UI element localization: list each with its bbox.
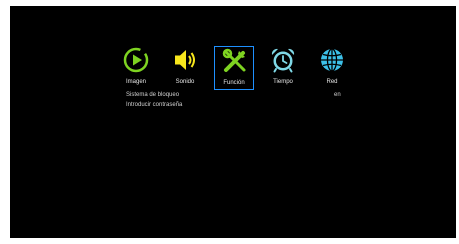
menu-label-imagen: Imagen bbox=[125, 79, 146, 85]
menu-item-sonido[interactable]: Sonido bbox=[165, 46, 205, 90]
menu-item-funcion[interactable]: Función bbox=[214, 46, 254, 90]
menu-item-red[interactable]: Red bbox=[312, 46, 352, 90]
menu-label-tiempo: Tiempo bbox=[273, 79, 293, 85]
menu-label-funcion: Función bbox=[223, 80, 245, 86]
menu-label-sonido: Sonido bbox=[175, 79, 195, 85]
menu-label-red: Red bbox=[326, 79, 338, 85]
setting-lock-system-label[interactable]: Sistema de bloqueo bbox=[126, 92, 179, 98]
menu-item-tiempo[interactable]: Tiempo bbox=[263, 46, 303, 90]
setting-lock-system-value[interactable]: en bbox=[334, 92, 341, 98]
tv-screen: Imagen Sonido Función Tiempo Red Sistema… bbox=[10, 6, 456, 238]
setting-password-label[interactable]: Introducir contraseña bbox=[126, 102, 182, 108]
menu-item-imagen[interactable]: Imagen bbox=[116, 46, 156, 90]
